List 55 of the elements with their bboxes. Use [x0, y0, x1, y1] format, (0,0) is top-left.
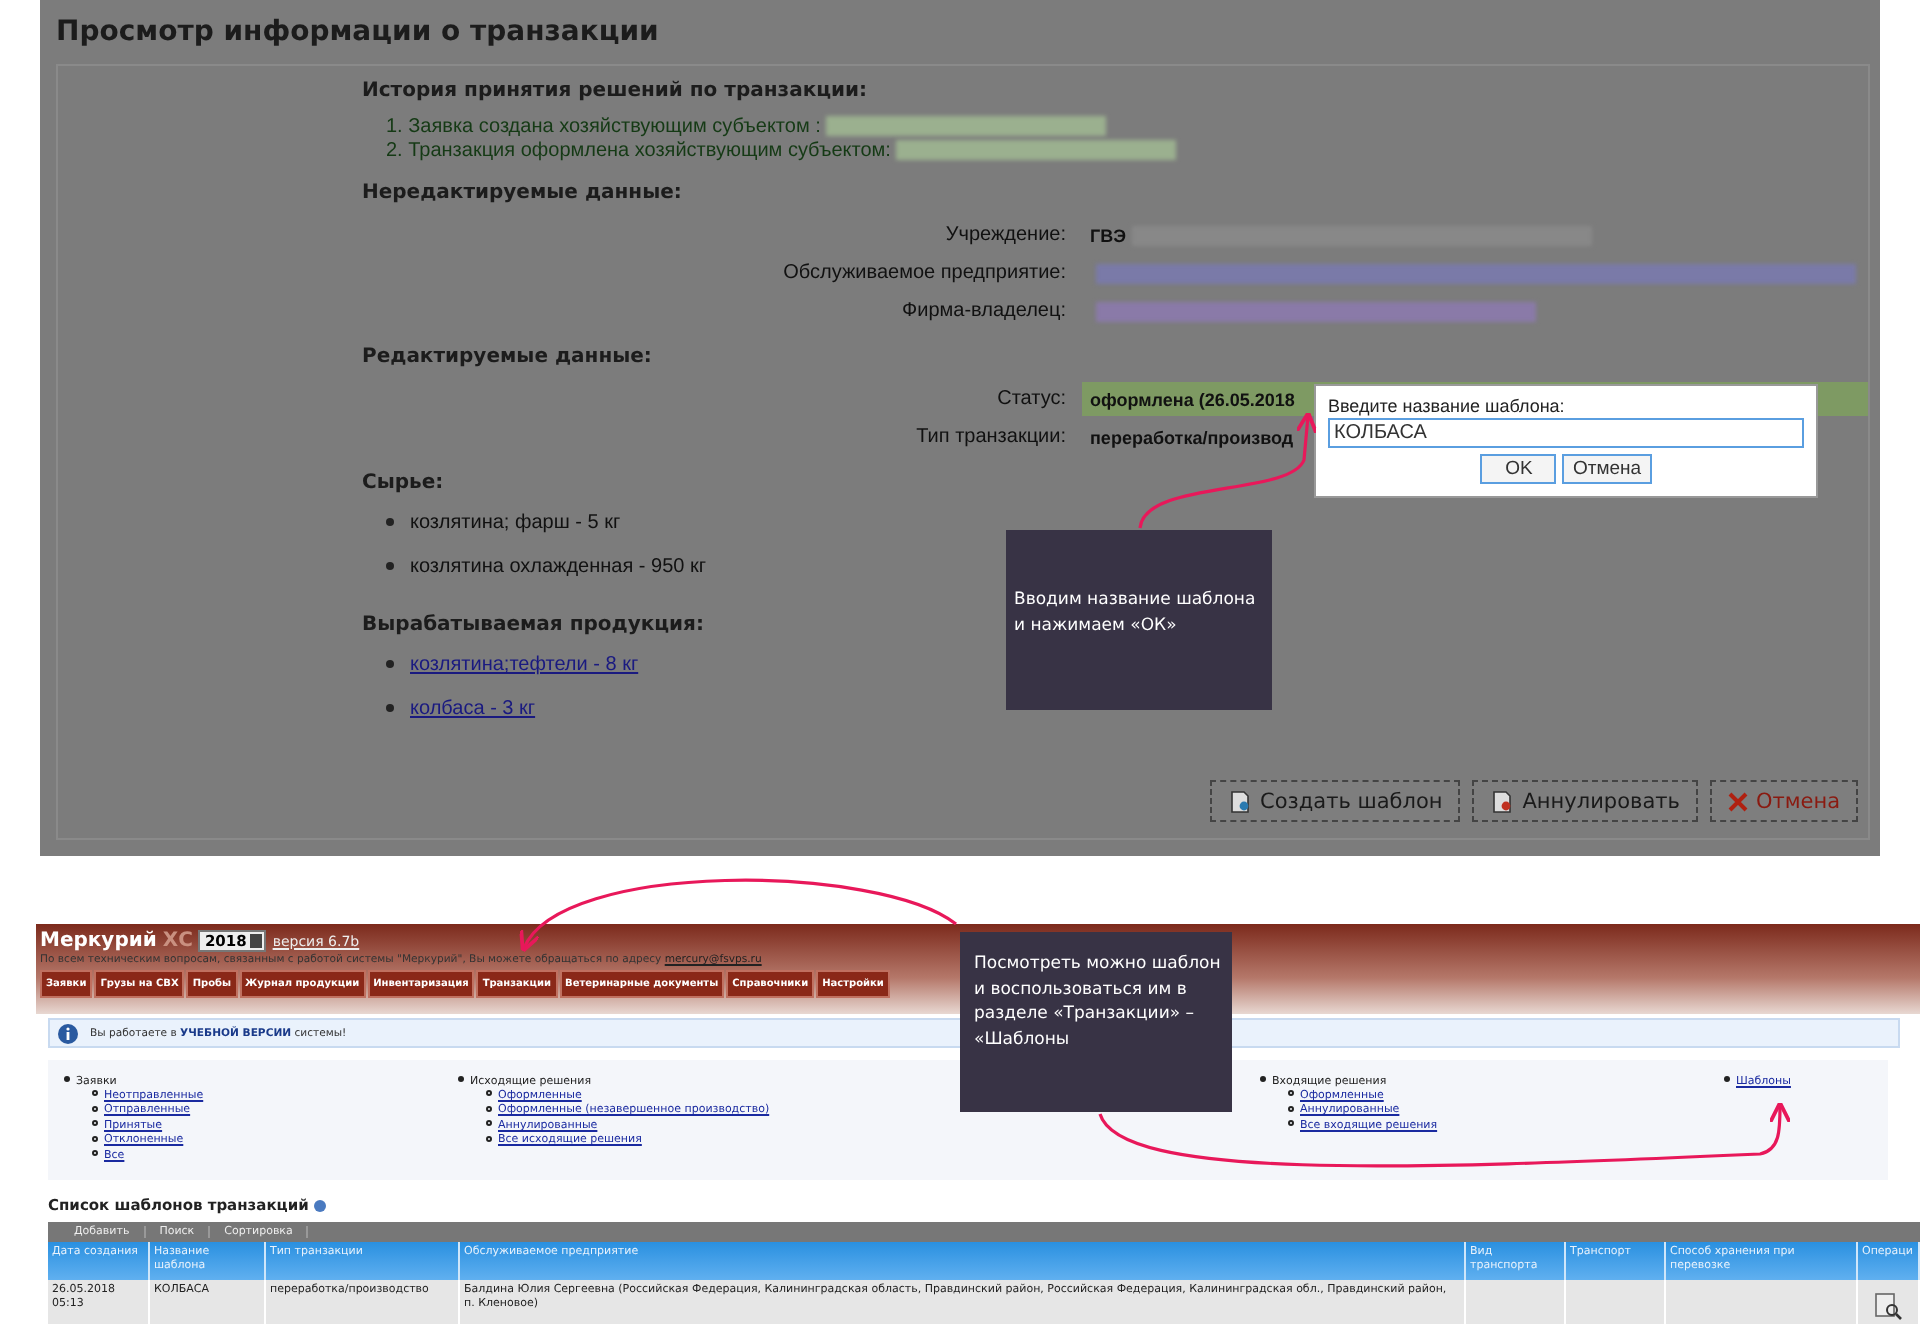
info-icon [58, 1023, 78, 1043]
field-label: Учреждение: [943, 224, 1068, 246]
bullet-icon [1260, 1076, 1266, 1083]
bullet-icon [1288, 1090, 1294, 1097]
bullet-icon [458, 1076, 464, 1083]
document-cross-icon [1490, 789, 1515, 813]
caret-icon [250, 934, 263, 948]
bullet-icon [1288, 1105, 1294, 1112]
ingredient-item: козлятина охлажденная - 950 кг [410, 556, 707, 578]
field-label: Статус: [995, 388, 1068, 410]
section-heading: Редактируемые данные: [362, 346, 652, 368]
bullet-icon [64, 1076, 70, 1083]
bullet-icon [486, 1105, 492, 1112]
close-icon [1727, 791, 1748, 811]
bullet-icon [386, 703, 394, 712]
view-document-icon[interactable] [1874, 1292, 1902, 1320]
bullet-icon [1724, 1076, 1730, 1083]
section-heading: Вырабатываемая продукция: [362, 614, 704, 636]
bullet-icon [92, 1120, 98, 1127]
bullet-icon [486, 1090, 492, 1097]
bullet-icon [92, 1150, 98, 1157]
bullet-icon [1288, 1120, 1294, 1127]
dialog-prompt: Введите название шаблона: [1328, 396, 1567, 416]
document-plus-icon [1228, 789, 1253, 813]
history-entry: 2. Транзакция оформлена хозяйствующим субъектом: [386, 139, 891, 161]
field-label: Обслуживаемое предприятие: [781, 262, 1068, 284]
section-heading: Нередактируемые данные: [362, 182, 682, 204]
section-heading: Сырье: [362, 472, 444, 494]
logo-text: Меркурий [40, 930, 157, 952]
info-icon [314, 1199, 327, 1211]
annul-button[interactable]: Аннулировать [1472, 780, 1698, 822]
section-heading: История принятия решений по транзакции: [362, 80, 868, 102]
template-name-input[interactable]: КОЛБАСА [1328, 418, 1804, 448]
page-title: Просмотр информации о транзакции [56, 16, 661, 48]
bullet-icon [386, 517, 394, 526]
field-value: оформлена (26.05.2018 [1090, 389, 1295, 409]
bullet-icon [92, 1090, 98, 1097]
callout-note: Посмотреть можно шаблон и воспользоваться им в разделе «Транзакции» – «Шаблоны [960, 932, 1232, 1112]
callout-note: Вводим название шаблона и нажимаем «ОК» [1006, 530, 1272, 710]
bullet-icon [386, 561, 394, 570]
bullet-icon [92, 1135, 98, 1142]
bullet-icon [386, 659, 394, 668]
field-label: Фирма-владелец: [900, 300, 1068, 322]
bullet-icon [486, 1120, 492, 1127]
create-button[interactable]: Создать шаблон [1210, 780, 1461, 822]
history-entry: 1. Заявка создана хозяйствующим субъектом : [386, 115, 821, 137]
bullet-icon [486, 1135, 492, 1142]
ingredient-item: козлятина; фарш - 5 кг [410, 512, 621, 534]
logo-suffix: ХС [162, 930, 193, 952]
bullet-icon [92, 1105, 98, 1112]
cancel-button[interactable]: Отмена [1562, 454, 1652, 484]
ok-button[interactable]: OK [1480, 454, 1557, 484]
field-value: переработка/производ [1090, 427, 1294, 447]
field-label: Тип транзакции: [914, 426, 1068, 448]
field-value: ГВЭ [1090, 225, 1127, 245]
